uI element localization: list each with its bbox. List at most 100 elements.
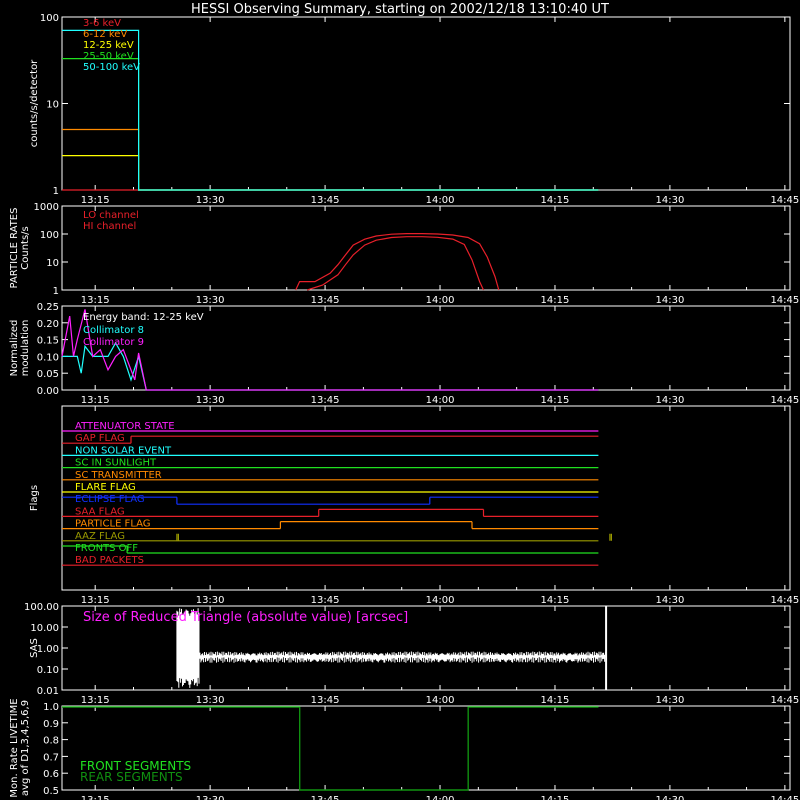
flag-label: AAZ FLAG <box>75 531 125 542</box>
y-tick-label: 0.9 <box>43 719 59 730</box>
y-tick-label: 1 <box>53 286 59 297</box>
flag-label: SC IN SUNLIGHT <box>75 458 157 469</box>
legend-entry: Collimator 8 <box>83 325 144 336</box>
y-axis-label: Normalized <box>9 320 20 377</box>
flag-label: ECLIPSE FLAG <box>75 494 145 505</box>
time-tick-label: 14:15 <box>541 795 570 800</box>
time-tick-label: 13:15 <box>81 595 110 606</box>
time-tick-label: 14:15 <box>541 195 570 206</box>
time-tick-label: 14:00 <box>426 595 455 606</box>
y-tick-label: 0.25 <box>37 302 59 313</box>
time-tick-label: 13:45 <box>311 695 340 706</box>
time-tick-label: 13:15 <box>81 795 110 800</box>
legend-entry: LO channel <box>83 210 139 221</box>
time-tick-label: 14:15 <box>541 695 570 706</box>
legend-entry: HI channel <box>83 221 136 232</box>
time-tick-label: 13:30 <box>196 795 225 800</box>
time-tick-label: 13:45 <box>311 395 340 406</box>
y-tick-label: 0.5 <box>43 786 59 797</box>
time-tick-label: 13:30 <box>196 395 225 406</box>
time-tick-label: 13:30 <box>196 695 225 706</box>
y-axis-label: modulation <box>20 320 31 377</box>
time-tick-label: 14:30 <box>656 595 685 606</box>
time-tick-label: 14:00 <box>426 795 455 800</box>
time-tick-label: 13:45 <box>311 195 340 206</box>
time-tick-label: 14:30 <box>656 295 685 306</box>
time-tick-label: 14:45 <box>770 395 799 406</box>
flag-label: NON SOLAR EVENT <box>75 445 172 456</box>
y-axis-label: PARTICLE RATES <box>9 208 20 289</box>
y-axis-label: avg of D1,3,4,5,6,9 <box>20 700 31 796</box>
y-tick-label: 0.10 <box>37 665 59 676</box>
time-tick-label: 13:45 <box>311 795 340 800</box>
legend-entry: Collimator 9 <box>83 337 144 348</box>
time-tick-label: 14:00 <box>426 395 455 406</box>
time-tick-label: 13:15 <box>81 195 110 206</box>
time-tick-label: 13:30 <box>196 595 225 606</box>
y-tick-label: 0.15 <box>37 336 59 347</box>
y-tick-label: 0.05 <box>37 369 59 380</box>
y-tick-label: 1.00 <box>37 644 59 655</box>
y-tick-label: 10 <box>46 100 59 111</box>
flag-label: SAA FLAG <box>75 506 125 517</box>
y-tick-label: 0.01 <box>37 686 59 697</box>
time-tick-label: 14:45 <box>770 295 799 306</box>
time-tick-label: 14:00 <box>426 195 455 206</box>
time-tick-label: 14:45 <box>770 795 799 800</box>
y-tick-label: 100.00 <box>24 602 59 613</box>
time-tick-label: 14:00 <box>426 695 455 706</box>
time-tick-label: 13:45 <box>311 595 340 606</box>
y-axis-label: Flags <box>29 485 40 511</box>
legend-entry: 6-12 keV <box>83 29 127 40</box>
flag-label: FLARE FLAG <box>75 482 136 493</box>
time-tick-label: 13:30 <box>196 195 225 206</box>
time-tick-label: 14:15 <box>541 295 570 306</box>
time-tick-label: 14:15 <box>541 395 570 406</box>
flag-label: PARTICLE FLAG <box>75 519 151 530</box>
time-tick-label: 14:00 <box>426 295 455 306</box>
time-tick-label: 14:45 <box>770 195 799 206</box>
flag-label: GAP FLAG <box>75 433 125 444</box>
y-axis-label: counts/s/detector <box>29 59 40 147</box>
time-tick-label: 14:15 <box>541 595 570 606</box>
y-tick-label: 1 <box>53 186 59 197</box>
y-tick-label: 10.00 <box>30 623 59 634</box>
y-tick-label: 0.8 <box>43 736 59 747</box>
legend-entry: REAR SEGMENTS <box>80 770 183 784</box>
figure-title: HESSI Observing Summary, starting on 200… <box>191 2 609 17</box>
y-tick-label: 0.00 <box>37 386 59 397</box>
y-tick-label: 100 <box>40 13 59 24</box>
legend-entry: 3-6 keV <box>83 18 121 29</box>
y-axis-label: Counts/s <box>20 226 31 270</box>
time-tick-label: 13:45 <box>311 295 340 306</box>
time-tick-label: 14:30 <box>656 195 685 206</box>
time-tick-label: 14:30 <box>656 795 685 800</box>
y-axis-label: Mon. Rate LIVETIME <box>9 698 20 797</box>
observing-summary-figure: HESSI Observing Summary, starting on 200… <box>0 0 800 800</box>
y-tick-label: 100 <box>40 230 59 241</box>
sas-annotation: Size of Reduced Triangle (absolute value… <box>83 610 408 625</box>
time-tick-label: 13:15 <box>81 695 110 706</box>
y-tick-label: 0.20 <box>37 319 59 330</box>
y-axis-label: SAS <box>29 638 40 658</box>
y-tick-label: 0.7 <box>43 752 59 763</box>
time-tick-label: 13:30 <box>196 295 225 306</box>
y-tick-label: 0.10 <box>37 352 59 363</box>
legend-title: Energy band: 12-25 keV <box>83 312 204 323</box>
legend-entry: 50-100 keV <box>83 62 140 73</box>
flag-label: SC TRANSMITTER <box>75 470 162 481</box>
time-tick-label: 14:45 <box>770 695 799 706</box>
flag-label: FRONTS OFF <box>75 543 138 554</box>
y-tick-label: 0.6 <box>43 769 59 780</box>
time-tick-label: 14:30 <box>656 695 685 706</box>
y-tick-label: 1.0 <box>43 702 59 713</box>
legend-entry: 25-50 keV <box>83 51 134 62</box>
time-tick-label: 14:30 <box>656 395 685 406</box>
time-tick-label: 14:45 <box>770 595 799 606</box>
legend-entry: 12-25 keV <box>83 40 134 51</box>
time-tick-label: 13:15 <box>81 295 110 306</box>
flag-label: ATTENUATOR STATE <box>75 421 175 432</box>
y-tick-label: 1000 <box>34 202 59 213</box>
time-tick-label: 13:15 <box>81 395 110 406</box>
flag-label: BAD PACKETS <box>75 555 144 566</box>
